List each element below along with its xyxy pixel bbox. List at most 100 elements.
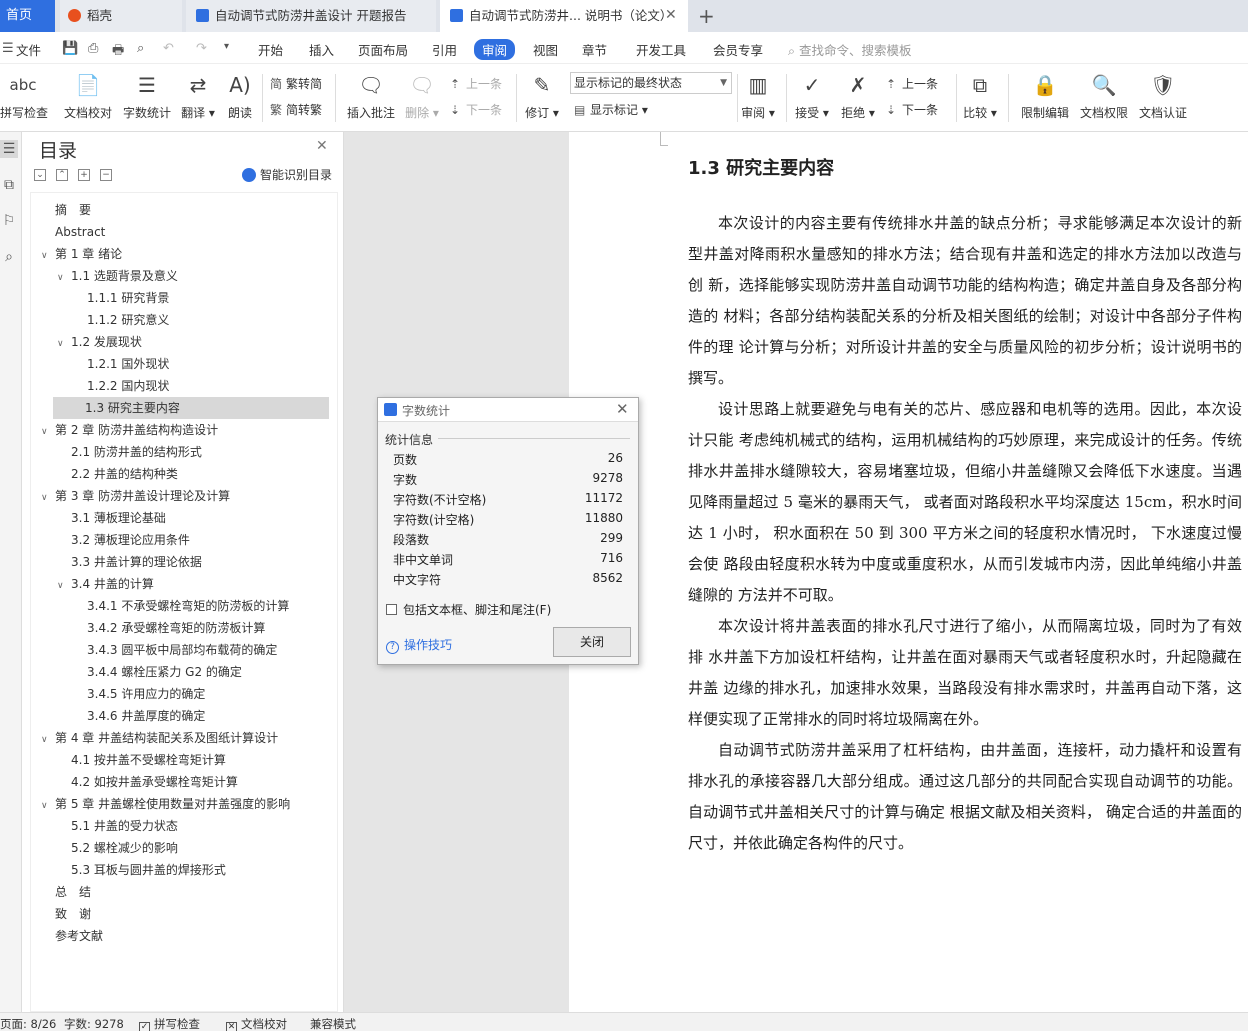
tab-thesis-doc[interactable]: 自动调节式防涝井... 说明书（论文） (440, 0, 688, 32)
doc-auth-button[interactable]: 🛡 文档认证 (1136, 70, 1190, 121)
smart-toc-button[interactable]: 智能识别目录 (242, 166, 332, 183)
toc-item[interactable]: 3.4.4 螺栓压紧力 G2 的确定 (73, 661, 242, 683)
word-count-button[interactable]: ☰ 字数统计 (121, 70, 173, 121)
toc-item[interactable]: 3.4.1 不承受螺栓弯矩的防涝板的计算 (73, 595, 289, 617)
read-aloud-button[interactable]: A) 朗读 (224, 70, 256, 121)
chevron-down-icon[interactable]: ∨ (41, 421, 55, 443)
save-icon[interactable]: 💾 (62, 41, 78, 56)
bookmark-icon[interactable]: ⚐ (0, 212, 18, 230)
toc-item[interactable]: 3.4.3 圆平板中局部均布载荷的确定 (73, 639, 277, 661)
menu-file[interactable]: 文件 (16, 40, 41, 59)
simp-to-trad-button[interactable]: 繁简转繁 (270, 101, 322, 118)
toc-item[interactable]: ∨ 第 3 章 防涝井盖设计理论及计算 (41, 485, 230, 507)
collapse-all-icon[interactable]: ⌄ (34, 168, 46, 181)
next-comment-button[interactable]: ⇣ 下一条 (450, 101, 502, 118)
toc-item[interactable]: ∨ 1.1 选题背景及意义 (57, 265, 178, 287)
tab-home[interactable]: 首页 (0, 0, 55, 32)
menu-review[interactable]: 审阅 (474, 39, 516, 60)
word-count-indicator[interactable]: 字数: 9278 (64, 1016, 124, 1031)
toc-item[interactable]: Abstract (41, 221, 105, 243)
toc-item[interactable]: ∨ 第 5 章 井盖螺栓使用数量对井盖强度的影响 (41, 793, 290, 815)
print-icon[interactable]: 🖶 (112, 41, 124, 63)
toc-item[interactable]: ∨ 第 4 章 井盖结构装配关系及图纸计算设计 (41, 727, 278, 749)
close-icon[interactable]: ✕ (316, 138, 328, 154)
remove-heading-icon[interactable]: − (100, 168, 112, 181)
toc-item[interactable]: 致 谢 (41, 903, 91, 925)
insert-comment-button[interactable]: 🗨 插入批注 (344, 70, 398, 121)
undo-icon[interactable]: ↶ (163, 41, 174, 56)
toc-item[interactable]: 1.3 研究主要内容 (53, 397, 329, 419)
print-preview-icon[interactable]: ⌕ (137, 41, 144, 56)
chapter-nav-icon[interactable]: ⧉ (0, 176, 18, 194)
toc-nav-icon[interactable]: ☰ (0, 140, 18, 158)
menu-insert[interactable]: 插入 (309, 40, 334, 59)
add-heading-icon[interactable]: + (78, 168, 90, 181)
chevron-down-icon[interactable]: ∨ (41, 795, 55, 817)
chevron-down-icon[interactable]: ∨ (41, 729, 55, 751)
toc-item[interactable]: 1.1.1 研究背景 (73, 287, 169, 309)
close-button[interactable]: 关闭 (553, 627, 631, 657)
spell-check-toggle[interactable]: ✓ 拼写检查 (139, 1016, 200, 1031)
toc-item[interactable]: 1.2.1 国外现状 (73, 353, 169, 375)
redo-icon[interactable]: ↷ (196, 41, 207, 56)
next-change-button[interactable]: ⇣ 下一条 (886, 101, 938, 118)
toc-item[interactable]: ∨ 3.4 井盖的计算 (57, 573, 154, 595)
tab-docer[interactable]: 稻壳 (60, 0, 182, 32)
menu-reference[interactable]: 引用 (432, 40, 457, 59)
toc-item[interactable]: 4.2 如按井盖承受螺栓弯矩计算 (57, 771, 238, 793)
expand-level-icon[interactable]: ⌃ (56, 168, 68, 181)
prev-comment-button[interactable]: ⇡ 上一条 (450, 75, 502, 92)
delete-comment-button[interactable]: 🗨 删除 ▾ (404, 70, 440, 121)
menu-chapter[interactable]: 章节 (582, 40, 607, 59)
paragraph[interactable]: 自动调节式防涝井盖采用了杠杆结构，由井盖面，连接杆，动力撬杆和设置有排水孔的承接… (688, 735, 1242, 859)
paragraph[interactable]: 本次设计的内容主要有传统排水井盖的缺点分析；寻求能够满足本次设计的新型井盖对降雨… (688, 208, 1242, 394)
dialog-title-bar[interactable]: 字数统计 ✕ (378, 398, 638, 422)
command-search[interactable]: ⌕ 查找命令、搜索模板 (788, 40, 912, 59)
prev-change-button[interactable]: ⇡ 上一条 (886, 75, 938, 92)
chevron-down-icon[interactable]: ▾ (224, 41, 229, 52)
accept-button[interactable]: ✓ 接受 ▾ (794, 70, 830, 121)
tab-proposal-doc[interactable]: 自动调节式防涝井盖设计 开题报告 (186, 0, 436, 32)
chevron-down-icon[interactable]: ∨ (41, 245, 55, 267)
include-textbox-checkbox[interactable]: 包括文本框、脚注和尾注(F) (386, 601, 551, 618)
menu-start[interactable]: 开始 (258, 40, 283, 59)
translate-button[interactable]: ⇄ 翻译 ▾ (180, 70, 216, 121)
search-icon[interactable]: ⌕ (0, 248, 18, 266)
toc-item[interactable]: 总 结 (41, 881, 91, 903)
menu-icon[interactable]: ☰ (2, 41, 14, 56)
toc-item[interactable]: ∨ 1.2 发展现状 (57, 331, 142, 353)
close-icon[interactable]: ✕ (616, 400, 629, 418)
doc-permission-button[interactable]: 🔍 文档权限 (1077, 70, 1131, 121)
new-tab-icon[interactable]: + (698, 4, 715, 28)
restrict-edit-button[interactable]: 🔒 限制编辑 (1018, 70, 1072, 121)
toc-item[interactable]: 5.3 耳板与圆井盖的焊接形式 (57, 859, 226, 881)
track-changes-button[interactable]: ✎ 修订 ▾ (522, 70, 562, 121)
menu-page-layout[interactable]: 页面布局 (358, 40, 408, 59)
toc-item[interactable]: 1.2.2 国内现状 (73, 375, 169, 397)
export-icon[interactable]: ⎙ (88, 41, 98, 56)
tips-link[interactable]: ? 操作技巧 (386, 636, 452, 654)
menu-member[interactable]: 会员专享 (713, 40, 763, 59)
chevron-down-icon[interactable]: ∨ (57, 575, 71, 597)
toc-item[interactable]: 2.2 井盖的结构种类 (57, 463, 178, 485)
chevron-down-icon[interactable]: ∨ (57, 333, 71, 355)
toc-item[interactable]: 摘 要 (41, 199, 91, 221)
show-markup-button[interactable]: ▤ 显示标记 ▾ (574, 101, 648, 118)
paragraph[interactable]: 本次设计将井盖表面的排水孔尺寸进行了缩小，从而隔离垃圾，同时为了有效排 水井盖下… (688, 611, 1242, 735)
chevron-down-icon[interactable]: ∨ (57, 267, 71, 289)
toc-item[interactable]: 3.4.2 承受螺栓弯矩的防涝板计算 (73, 617, 265, 639)
toc-item[interactable]: 2.1 防涝井盖的结构形式 (57, 441, 202, 463)
menu-developer[interactable]: 开发工具 (636, 40, 686, 59)
toc-item[interactable]: 3.2 薄板理论应用条件 (57, 529, 190, 551)
menu-view[interactable]: 视图 (533, 40, 558, 59)
toc-item[interactable]: 1.1.2 研究意义 (73, 309, 169, 331)
toc-item[interactable]: 3.3 井盖计算的理论依据 (57, 551, 202, 573)
toc-item[interactable]: ∨ 第 2 章 防涝井盖结构构造设计 (41, 419, 218, 441)
toc-item[interactable]: 5.2 螺栓减少的影响 (57, 837, 178, 859)
toc-item[interactable]: 参考文献 (41, 925, 103, 947)
markup-display-select[interactable]: 显示标记的最终状态 ▼ (570, 72, 732, 94)
trad-to-simp-button[interactable]: 简繁转简 (270, 75, 322, 92)
toc-item[interactable]: 3.4.5 许用应力的确定 (73, 683, 205, 705)
page-indicator[interactable]: 页面: 8/26 (0, 1016, 56, 1031)
review-pane-button[interactable]: ▥ 审阅 ▾ (740, 70, 776, 121)
